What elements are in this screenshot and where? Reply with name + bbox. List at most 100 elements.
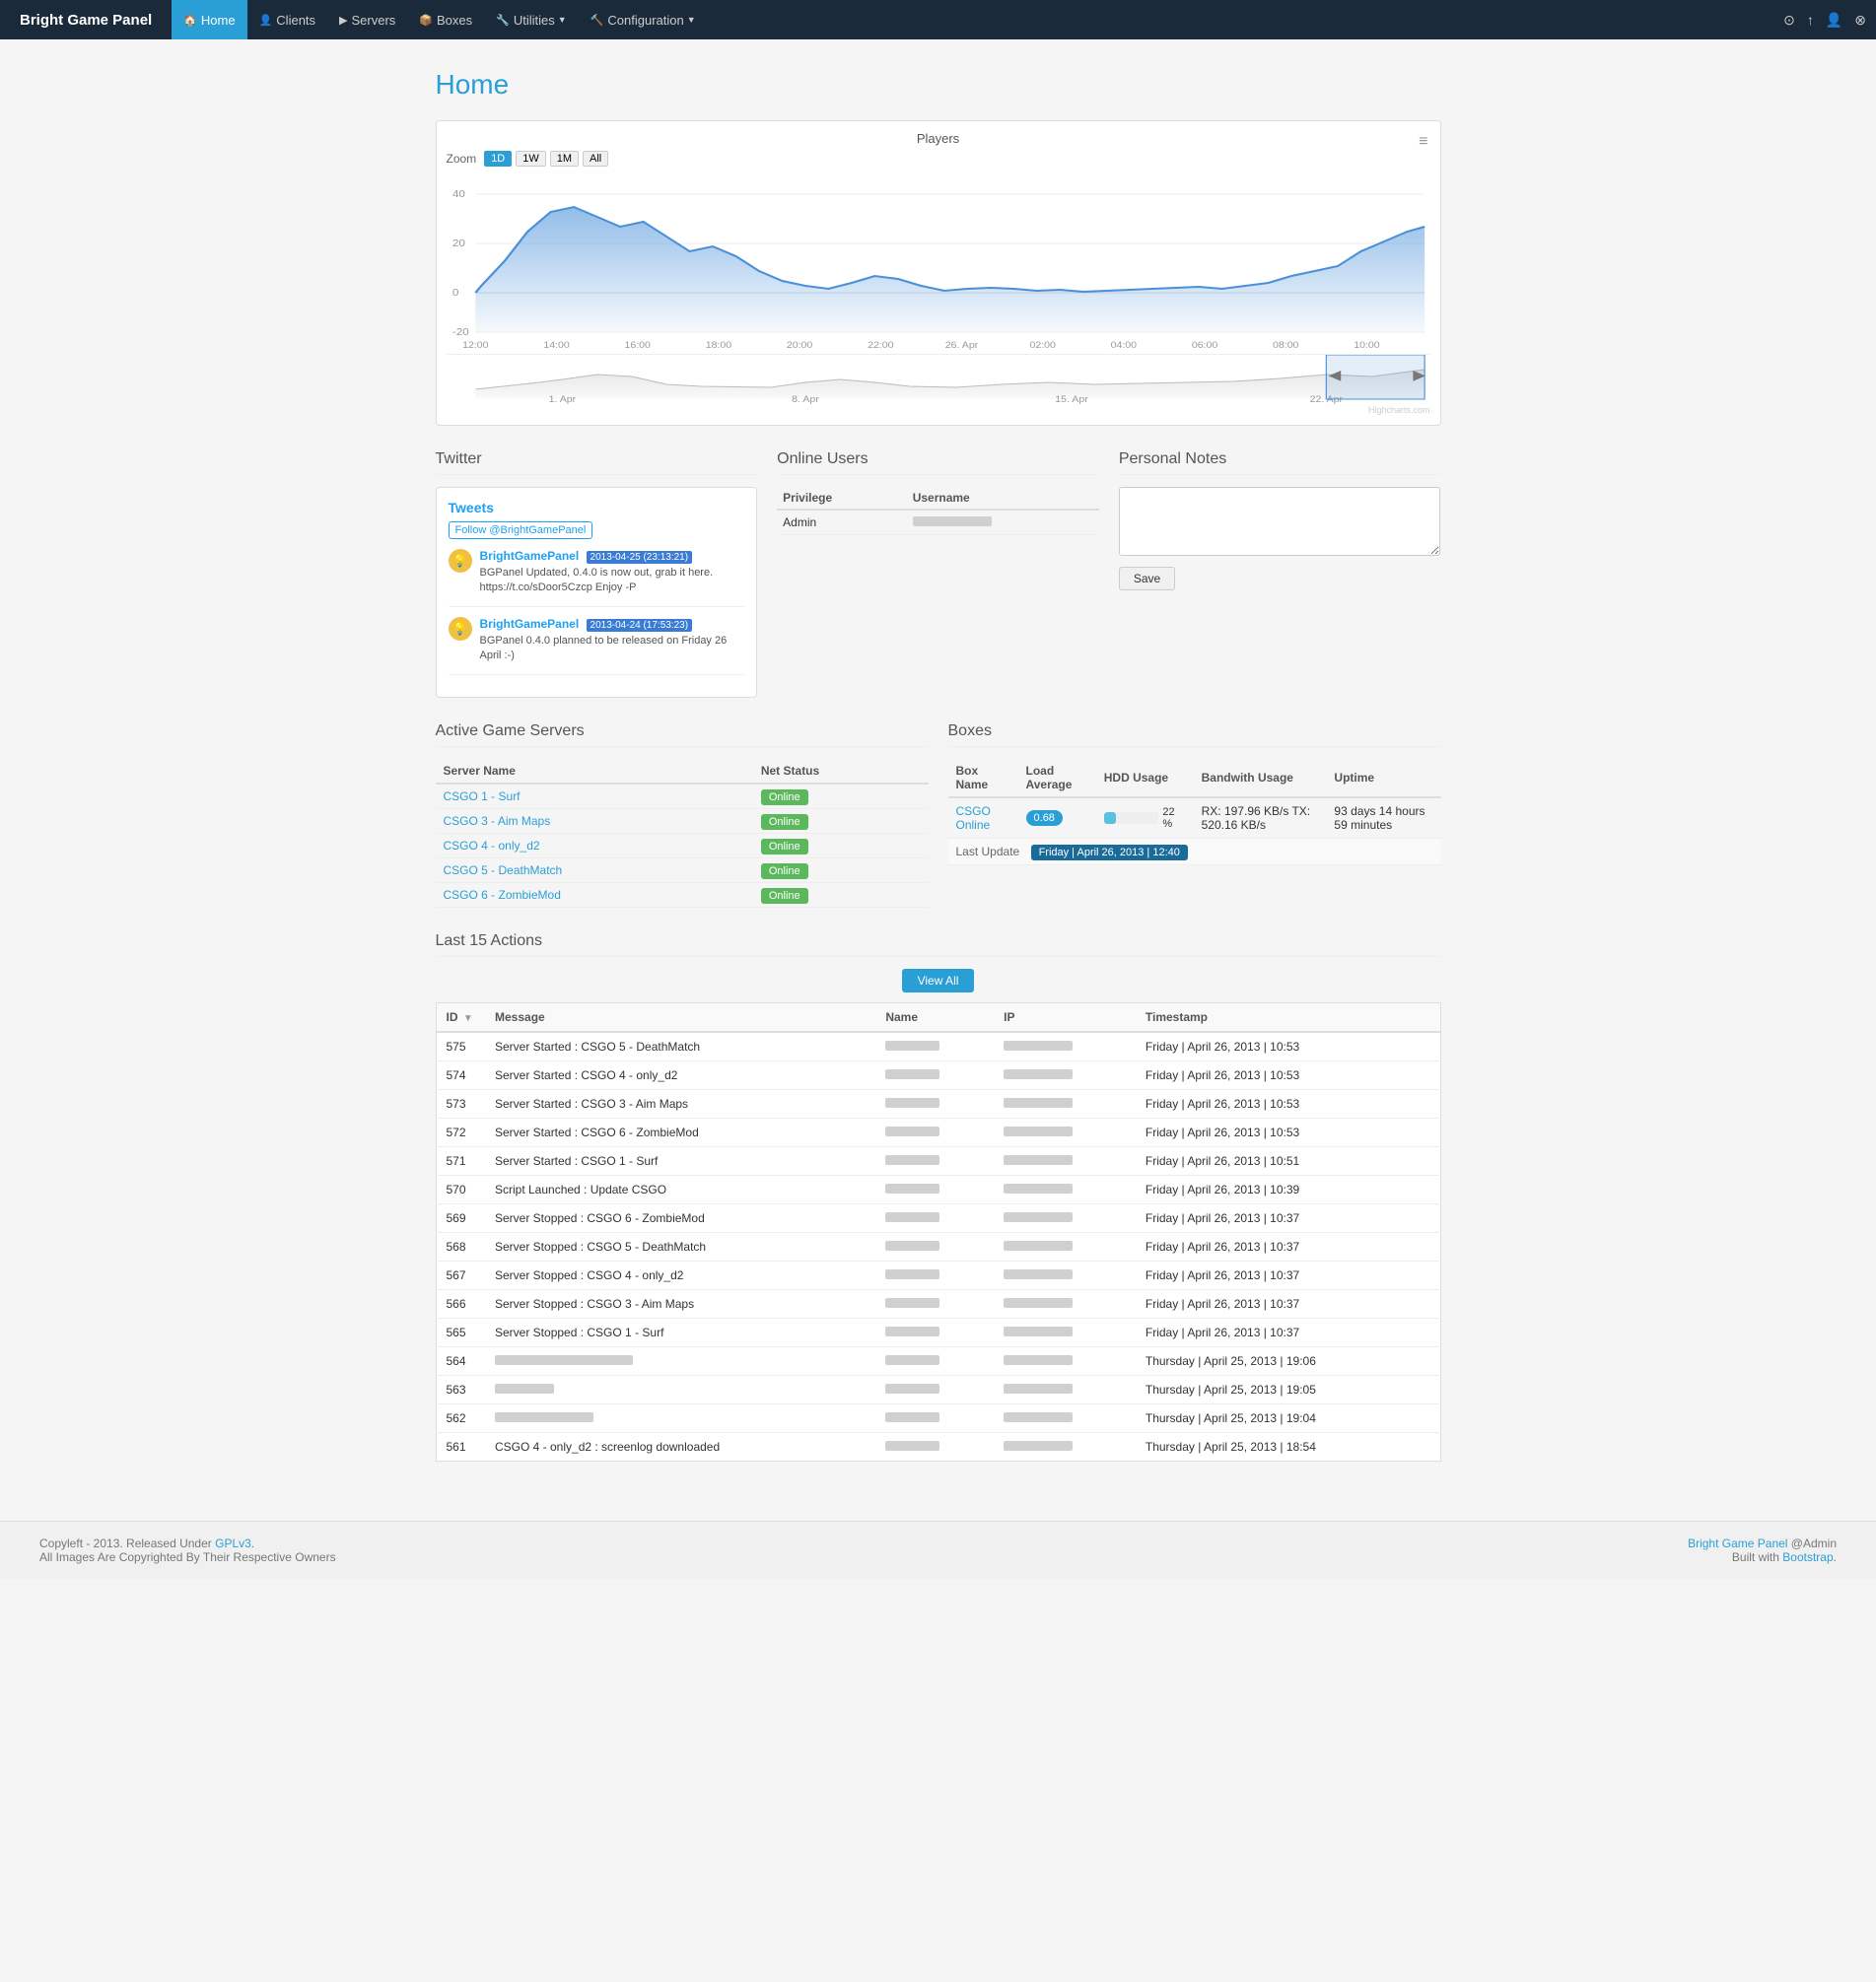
- server-link-1[interactable]: CSGO 3 - Aim Maps: [444, 814, 551, 828]
- col-box-name: Box Name: [948, 759, 1018, 797]
- footer-copyright-line: All Images Are Copyrighted By Their Resp…: [39, 1550, 336, 1564]
- home-icon: 🏠: [183, 14, 197, 27]
- action-message-8: Server Stopped : CSGO 4 - only_d2: [485, 1261, 875, 1289]
- chart-navigator[interactable]: 1. Apr 8. Apr 15. Apr 22. Apr ◀ ▶: [447, 354, 1430, 403]
- action-id-2: 573: [436, 1089, 485, 1118]
- tweet-2-text: BGPanel 0.4.0 planned to be released on …: [480, 634, 745, 664]
- action-ip-0: [994, 1032, 1136, 1061]
- action-name-1: [875, 1060, 994, 1089]
- tweet-1-avatar: 💡: [449, 549, 472, 573]
- hdd-bar-container-0: 22 %: [1104, 806, 1186, 830]
- action-message-4: Server Started : CSGO 1 - Surf: [485, 1146, 875, 1175]
- col-name: Name: [875, 1002, 994, 1032]
- nav-boxes[interactable]: 📦 Boxes: [407, 0, 484, 39]
- nav-icon-upload[interactable]: ↑: [1807, 12, 1814, 28]
- svg-text:20:00: 20:00: [786, 341, 812, 350]
- footer-brand-link[interactable]: Bright Game Panel: [1688, 1537, 1787, 1550]
- nav-icon-refresh[interactable]: ⊙: [1783, 12, 1795, 29]
- col-username: Username: [907, 487, 1099, 510]
- box-bandwidth-0: RX: 197.96 KB/s TX: 520.16 KB/s: [1194, 797, 1327, 839]
- col-id[interactable]: ID ▼: [436, 1002, 485, 1032]
- tweet-1-content: BrightGamePanel 2013-04-25 (23:13:21) BG…: [480, 549, 745, 596]
- action-ip-7: [994, 1232, 1136, 1261]
- action-ip-12: [994, 1375, 1136, 1403]
- config-icon: 🔨: [591, 14, 604, 27]
- server-status-1: Online: [753, 808, 929, 833]
- action-id-12: 563: [436, 1375, 485, 1403]
- tweet-2-author[interactable]: BrightGamePanel: [480, 617, 580, 631]
- follow-button[interactable]: Follow @BrightGamePanel: [449, 521, 593, 539]
- server-link-2[interactable]: CSGO 4 - only_d2: [444, 839, 540, 853]
- view-all-button[interactable]: View All: [902, 969, 975, 992]
- action-id-10: 565: [436, 1318, 485, 1346]
- action-id-6: 569: [436, 1203, 485, 1232]
- action-row-10: 565 Server Stopped : CSGO 1 - Surf Frida…: [436, 1318, 1440, 1346]
- server-link-4[interactable]: CSGO 6 - ZombieMod: [444, 888, 561, 902]
- nav-icon-user[interactable]: 👤: [1826, 12, 1842, 29]
- action-message-10: Server Stopped : CSGO 1 - Surf: [485, 1318, 875, 1346]
- nav-icon-power[interactable]: ⊗: [1854, 12, 1866, 29]
- server-row-0: CSGO 1 - Surf Online: [436, 784, 929, 809]
- server-status-4: Online: [753, 882, 929, 907]
- box-link-0[interactable]: CSGO Online: [956, 804, 991, 832]
- online-users-table: Privilege Username Admin: [777, 487, 1099, 535]
- server-link-0[interactable]: CSGO 1 - Surf: [444, 789, 521, 803]
- save-notes-button[interactable]: Save: [1119, 567, 1175, 590]
- action-ip-3: [994, 1118, 1136, 1146]
- brand-logo[interactable]: Bright Game Panel: [10, 12, 162, 29]
- action-id-0: 575: [436, 1032, 485, 1061]
- svg-text:10:00: 10:00: [1354, 341, 1380, 350]
- col-net-status: Net Status: [753, 759, 929, 784]
- action-name-2: [875, 1089, 994, 1118]
- action-timestamp-11: Thursday | April 25, 2013 | 19:06: [1136, 1346, 1440, 1375]
- zoom-1w[interactable]: 1W: [516, 151, 546, 167]
- action-timestamp-1: Friday | April 26, 2013 | 10:53: [1136, 1060, 1440, 1089]
- svg-text:22:00: 22:00: [868, 341, 894, 350]
- col-ip: IP: [994, 1002, 1136, 1032]
- action-name-14: [875, 1432, 994, 1461]
- servers-table: Server Name Net Status CSGO 1 - Surf Onl…: [436, 759, 929, 908]
- gplv3-link[interactable]: GPLv3: [215, 1537, 251, 1550]
- action-ip-6: [994, 1203, 1136, 1232]
- action-ip-14: [994, 1432, 1136, 1461]
- three-col-section: Twitter Tweets Follow @BrightGamePanel 💡…: [436, 450, 1441, 698]
- user-name-0: [907, 510, 1099, 535]
- nav-clients[interactable]: 👤 Clients: [247, 0, 327, 39]
- action-row-4: 571 Server Started : CSGO 1 - Surf Frida…: [436, 1146, 1440, 1175]
- bootstrap-link[interactable]: Bootstrap: [1782, 1550, 1833, 1564]
- nav-home[interactable]: 🏠 Home: [172, 0, 246, 39]
- action-row-1: 574 Server Started : CSGO 4 - only_d2 Fr…: [436, 1060, 1440, 1089]
- zoom-1d[interactable]: 1D: [484, 151, 512, 167]
- action-name-7: [875, 1232, 994, 1261]
- zoom-all[interactable]: All: [583, 151, 608, 167]
- footer-bootstrap-line: Built with Bootstrap.: [1688, 1550, 1837, 1564]
- action-timestamp-10: Friday | April 26, 2013 | 10:37: [1136, 1318, 1440, 1346]
- online-user-row-0: Admin: [777, 510, 1099, 535]
- notes-textarea[interactable]: [1119, 487, 1441, 556]
- svg-text:20: 20: [452, 239, 464, 249]
- action-timestamp-5: Friday | April 26, 2013 | 10:39: [1136, 1175, 1440, 1203]
- action-message-1: Server Started : CSGO 4 - only_d2: [485, 1060, 875, 1089]
- action-timestamp-2: Friday | April 26, 2013 | 10:53: [1136, 1089, 1440, 1118]
- box-name-0: CSGO Online: [948, 797, 1018, 839]
- footer-license-line: Copyleft - 2013. Released Under GPLv3.: [39, 1537, 336, 1550]
- nav-configuration[interactable]: 🔨 Configuration ▼: [579, 0, 708, 39]
- tweet-1-author[interactable]: BrightGamePanel: [480, 549, 580, 563]
- hdd-bar-bg-0: [1104, 812, 1159, 824]
- tweet-2: 💡 BrightGamePanel 2013-04-24 (17:53:23) …: [449, 617, 745, 675]
- action-timestamp-0: Friday | April 26, 2013 | 10:53: [1136, 1032, 1440, 1061]
- action-ip-9: [994, 1289, 1136, 1318]
- chart-menu-icon[interactable]: ≡: [1419, 133, 1427, 151]
- user-privilege-0: Admin: [777, 510, 907, 535]
- server-link-3[interactable]: CSGO 5 - DeathMatch: [444, 863, 563, 877]
- server-status-0: Online: [753, 784, 929, 809]
- nav-servers[interactable]: ▶ Servers: [327, 0, 407, 39]
- action-id-4: 571: [436, 1146, 485, 1175]
- col-bandwidth: Bandwith Usage: [1194, 759, 1327, 797]
- col-timestamp: Timestamp: [1136, 1002, 1440, 1032]
- action-name-5: [875, 1175, 994, 1203]
- last-update-value: Friday | April 26, 2013 | 12:40: [1031, 845, 1188, 860]
- twitter-box: Tweets Follow @BrightGamePanel 💡 BrightG…: [436, 487, 758, 698]
- zoom-1m[interactable]: 1M: [550, 151, 579, 167]
- nav-utilities[interactable]: 🔧 Utilities ▼: [484, 0, 579, 39]
